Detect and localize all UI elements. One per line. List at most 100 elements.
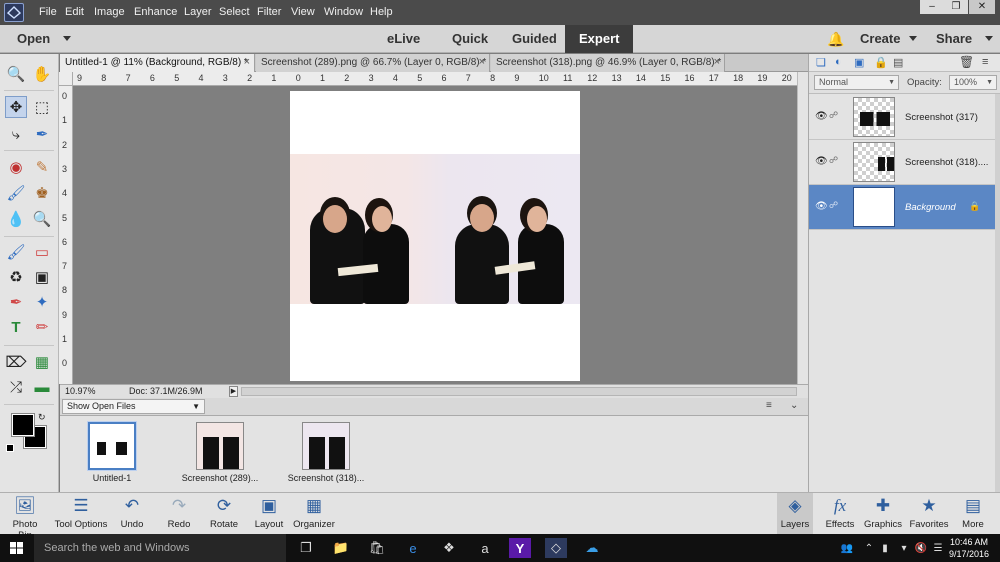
new-layer-icon[interactable]: ❏ xyxy=(816,56,826,69)
close-tab-icon[interactable]: × xyxy=(244,54,250,71)
opacity-field[interactable]: 100% ▼ xyxy=(949,75,997,90)
amazon-icon[interactable]: a xyxy=(474,538,496,558)
menu-edit[interactable]: Edit xyxy=(65,0,84,25)
bin-item[interactable]: Screenshot (318)... xyxy=(284,422,368,483)
foreground-color-swatch[interactable] xyxy=(11,413,35,437)
file-explorer-icon[interactable]: 📁 xyxy=(330,538,352,558)
type-tool-icon[interactable]: T xyxy=(5,316,27,338)
layers-scrollbar[interactable] xyxy=(995,94,1000,492)
windows-start-icon[interactable] xyxy=(10,542,23,554)
custom-shape-tool-icon[interactable]: ✦ xyxy=(31,291,53,313)
bin-item[interactable]: Untitled-1 xyxy=(82,422,142,483)
blend-mode-dropdown[interactable]: Normal ▼ xyxy=(814,75,899,90)
menu-view[interactable]: View xyxy=(291,0,315,25)
delete-layer-icon[interactable]: 🗑 xyxy=(959,55,974,69)
create-button[interactable]: Create xyxy=(860,25,900,53)
system-clock[interactable]: 10:46 AM 9/17/2016 xyxy=(944,536,994,560)
layer-lock-icon[interactable]: 🔒 xyxy=(969,201,980,212)
spot-healing-tool-icon[interactable]: ✎ xyxy=(31,156,53,178)
eyedropper-tool-icon[interactable]: ✒ xyxy=(5,291,27,313)
add-layer-mask-icon[interactable]: ▣ xyxy=(854,56,864,69)
lock-all-icon[interactable]: 🔒 xyxy=(874,56,888,69)
link-icon[interactable]: ☍ xyxy=(829,110,838,121)
people-tray-icon[interactable]: 👥 xyxy=(836,538,858,558)
close-tab-icon[interactable]: × xyxy=(714,54,720,71)
photo-bin-button[interactable]: 🖼 Photo Bin xyxy=(5,493,45,541)
organizer-button[interactable]: ▦ Organizer xyxy=(292,493,336,535)
share-button[interactable]: Share xyxy=(936,25,972,53)
recompose-tool-icon[interactable]: ▦ xyxy=(31,351,53,373)
layer-row[interactable]: 👁 ☍ Screenshot (317) xyxy=(809,95,995,140)
rotate-button[interactable]: ⟳ Rotate xyxy=(205,493,243,535)
marquee-tool-icon[interactable]: ⬚ xyxy=(31,96,53,118)
default-colors-icon[interactable] xyxy=(6,444,14,452)
document-tab[interactable]: Screenshot (289).png @ 66.7% (Layer 0, R… xyxy=(256,54,490,72)
brush-tool-icon[interactable]: 🖌 xyxy=(5,241,27,263)
dropbox-icon[interactable]: ❖ xyxy=(438,538,460,558)
create-caret-icon[interactable] xyxy=(909,36,917,41)
menu-layer[interactable]: Layer xyxy=(184,0,212,25)
gradient-tool-icon[interactable]: ▣ xyxy=(31,266,53,288)
visibility-eye-icon[interactable]: 👁 xyxy=(815,156,828,167)
lock-transparency-icon[interactable]: ▤ xyxy=(893,56,903,69)
swap-colors-icon[interactable]: ↻ xyxy=(38,412,46,423)
store-icon[interactable]: 🛍 xyxy=(366,538,388,558)
link-icon[interactable]: ☍ xyxy=(829,155,838,166)
straighten-tool-icon[interactable]: ▬ xyxy=(31,376,53,398)
layout-button[interactable]: ▣ Layout xyxy=(252,493,286,535)
task-view-icon[interactable]: ❐ xyxy=(295,538,317,558)
blur-tool-icon[interactable]: 💧 xyxy=(5,208,27,230)
menu-filter[interactable]: Filter xyxy=(257,0,281,25)
layer-row[interactable]: 👁 ☍ Screenshot (318).... xyxy=(809,140,995,185)
move-tool-icon[interactable]: ✥ xyxy=(5,96,27,118)
mode-guided[interactable]: Guided xyxy=(512,25,557,53)
hand-tool-icon[interactable]: ✋ xyxy=(31,63,53,85)
mode-expert[interactable]: Expert xyxy=(565,25,634,53)
restore-button[interactable]: ❐ xyxy=(944,0,968,14)
bin-item[interactable]: Screenshot (289)... xyxy=(178,422,262,483)
quick-selection-tool-icon[interactable]: ✒ xyxy=(31,123,53,145)
more-button[interactable]: ▤ More xyxy=(958,493,988,535)
visibility-eye-icon[interactable]: 👁 xyxy=(815,111,828,122)
zoom-level[interactable]: 10.97% xyxy=(65,385,96,398)
bell-icon[interactable]: 🔔 xyxy=(827,25,844,53)
smart-brush-tool-icon[interactable]: 🖌 xyxy=(5,182,27,204)
menu-enhance[interactable]: Enhance xyxy=(134,0,177,25)
bin-collapse-icon[interactable]: ⌄ xyxy=(790,400,798,411)
content-aware-move-tool-icon[interactable]: ⤮ xyxy=(5,376,27,398)
share-caret-icon[interactable] xyxy=(985,36,993,41)
canvas-horizontal-scrollbar[interactable] xyxy=(241,387,797,396)
show-open-files-dropdown[interactable]: Show Open Files ▼ xyxy=(62,399,205,414)
menu-file[interactable]: File xyxy=(39,0,57,25)
edge-browser-icon[interactable]: e xyxy=(402,538,424,558)
pencil-tool-icon[interactable]: ✏ xyxy=(31,316,53,338)
ruler-origin[interactable] xyxy=(59,72,73,86)
layers-button[interactable]: ◈ Layers xyxy=(777,493,813,535)
panel-menu-icon[interactable]: ≡ xyxy=(982,56,988,68)
status-menu-arrow-icon[interactable]: ▶ xyxy=(229,386,238,397)
yahoo-icon[interactable]: Y xyxy=(509,538,531,558)
cloud-app-icon[interactable]: ☁ xyxy=(581,538,603,558)
redo-button[interactable]: ↷ Redo xyxy=(162,493,196,535)
favorites-button[interactable]: ★ Favorites xyxy=(908,493,950,535)
paint-bucket-tool-icon[interactable]: ♻ xyxy=(5,266,27,288)
bin-options-icon[interactable]: ≡ xyxy=(766,400,772,411)
link-icon[interactable]: ☍ xyxy=(829,200,838,211)
menu-select[interactable]: Select xyxy=(219,0,250,25)
eraser-tool-icon[interactable]: ▭ xyxy=(31,241,53,263)
document-tab[interactable]: Untitled-1 @ 11% (Background, RGB/8) * × xyxy=(60,54,255,72)
canvas-vertical-scrollbar[interactable] xyxy=(797,72,808,384)
sponge-tool-icon[interactable]: 🔍 xyxy=(31,208,53,230)
new-adjustment-layer-icon[interactable]: ◐ xyxy=(835,56,842,68)
open-button[interactable]: Open xyxy=(17,25,50,53)
graphics-button[interactable]: ✚ Graphics xyxy=(863,493,903,535)
red-eye-tool-icon[interactable]: ◉ xyxy=(5,156,27,178)
close-tab-icon[interactable]: × xyxy=(479,54,485,71)
mode-elive[interactable]: eLive xyxy=(387,25,420,53)
close-button[interactable]: ✕ xyxy=(969,0,995,14)
undo-button[interactable]: ↶ Undo xyxy=(115,493,149,535)
tool-options-button[interactable]: ☰ Tool Options xyxy=(53,493,109,535)
canvas-area[interactable] xyxy=(73,86,797,384)
visibility-eye-icon[interactable]: 👁 xyxy=(815,201,828,212)
photoshop-elements-taskbar-icon[interactable]: ◇ xyxy=(545,538,567,558)
